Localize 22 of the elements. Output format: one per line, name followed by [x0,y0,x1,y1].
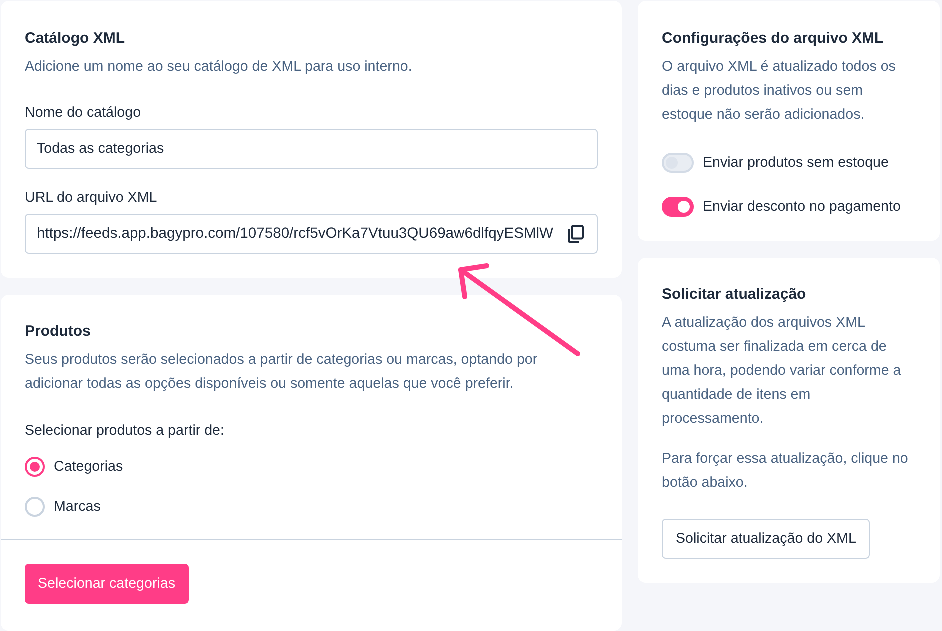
toggle-label: Enviar desconto no pagamento [703,198,901,217]
card-title: Solicitar atualização [662,285,806,305]
card-description: Adicione um nome ao seu catálogo de XML para uso interno. [25,58,414,77]
card-description: O arquivo XML é atualizado todos os dias e produtos inativos ou sem estoque não serão adicionados. [662,58,897,125]
choice-label: Selecionar produtos a partir de: [25,422,224,441]
card-title: Catálogo XML [25,29,125,49]
copy-icon[interactable] [568,225,584,243]
card-description: A atualização dos arquivos XML costuma ser finalizada em cerca de uma hora, podendo variar conforme a quantidade de itens em processamento. [662,314,902,429]
card-description: Para forçar essa atualização, clique no botão abaixo. [662,450,910,493]
field-label: URL do arquivo XML [25,189,158,208]
radio-label[interactable]: Categorias [54,457,124,477]
toggle-switch[interactable] [662,197,694,217]
catalog-name-field[interactable]: Todas as categorias [25,129,598,169]
request-update-button[interactable]: Solicitar atualização do XML [662,519,870,559]
card-title: Configurações do arquivo XML [662,29,884,49]
radio-button[interactable] [25,457,45,477]
radio-button[interactable] [25,497,45,517]
radio-label[interactable]: Marcas [54,497,101,517]
card-description: Seus produtos serão selecionados a partir de categorias ou marcas, optando por adicionar todas as opções disponíveis ou somente aquelas que você preferir. [25,351,539,394]
field-label: Nome do catálogo [25,104,142,123]
toggle-label: Enviar produtos sem estoque [703,154,889,173]
card-title: Produtos [25,322,91,342]
